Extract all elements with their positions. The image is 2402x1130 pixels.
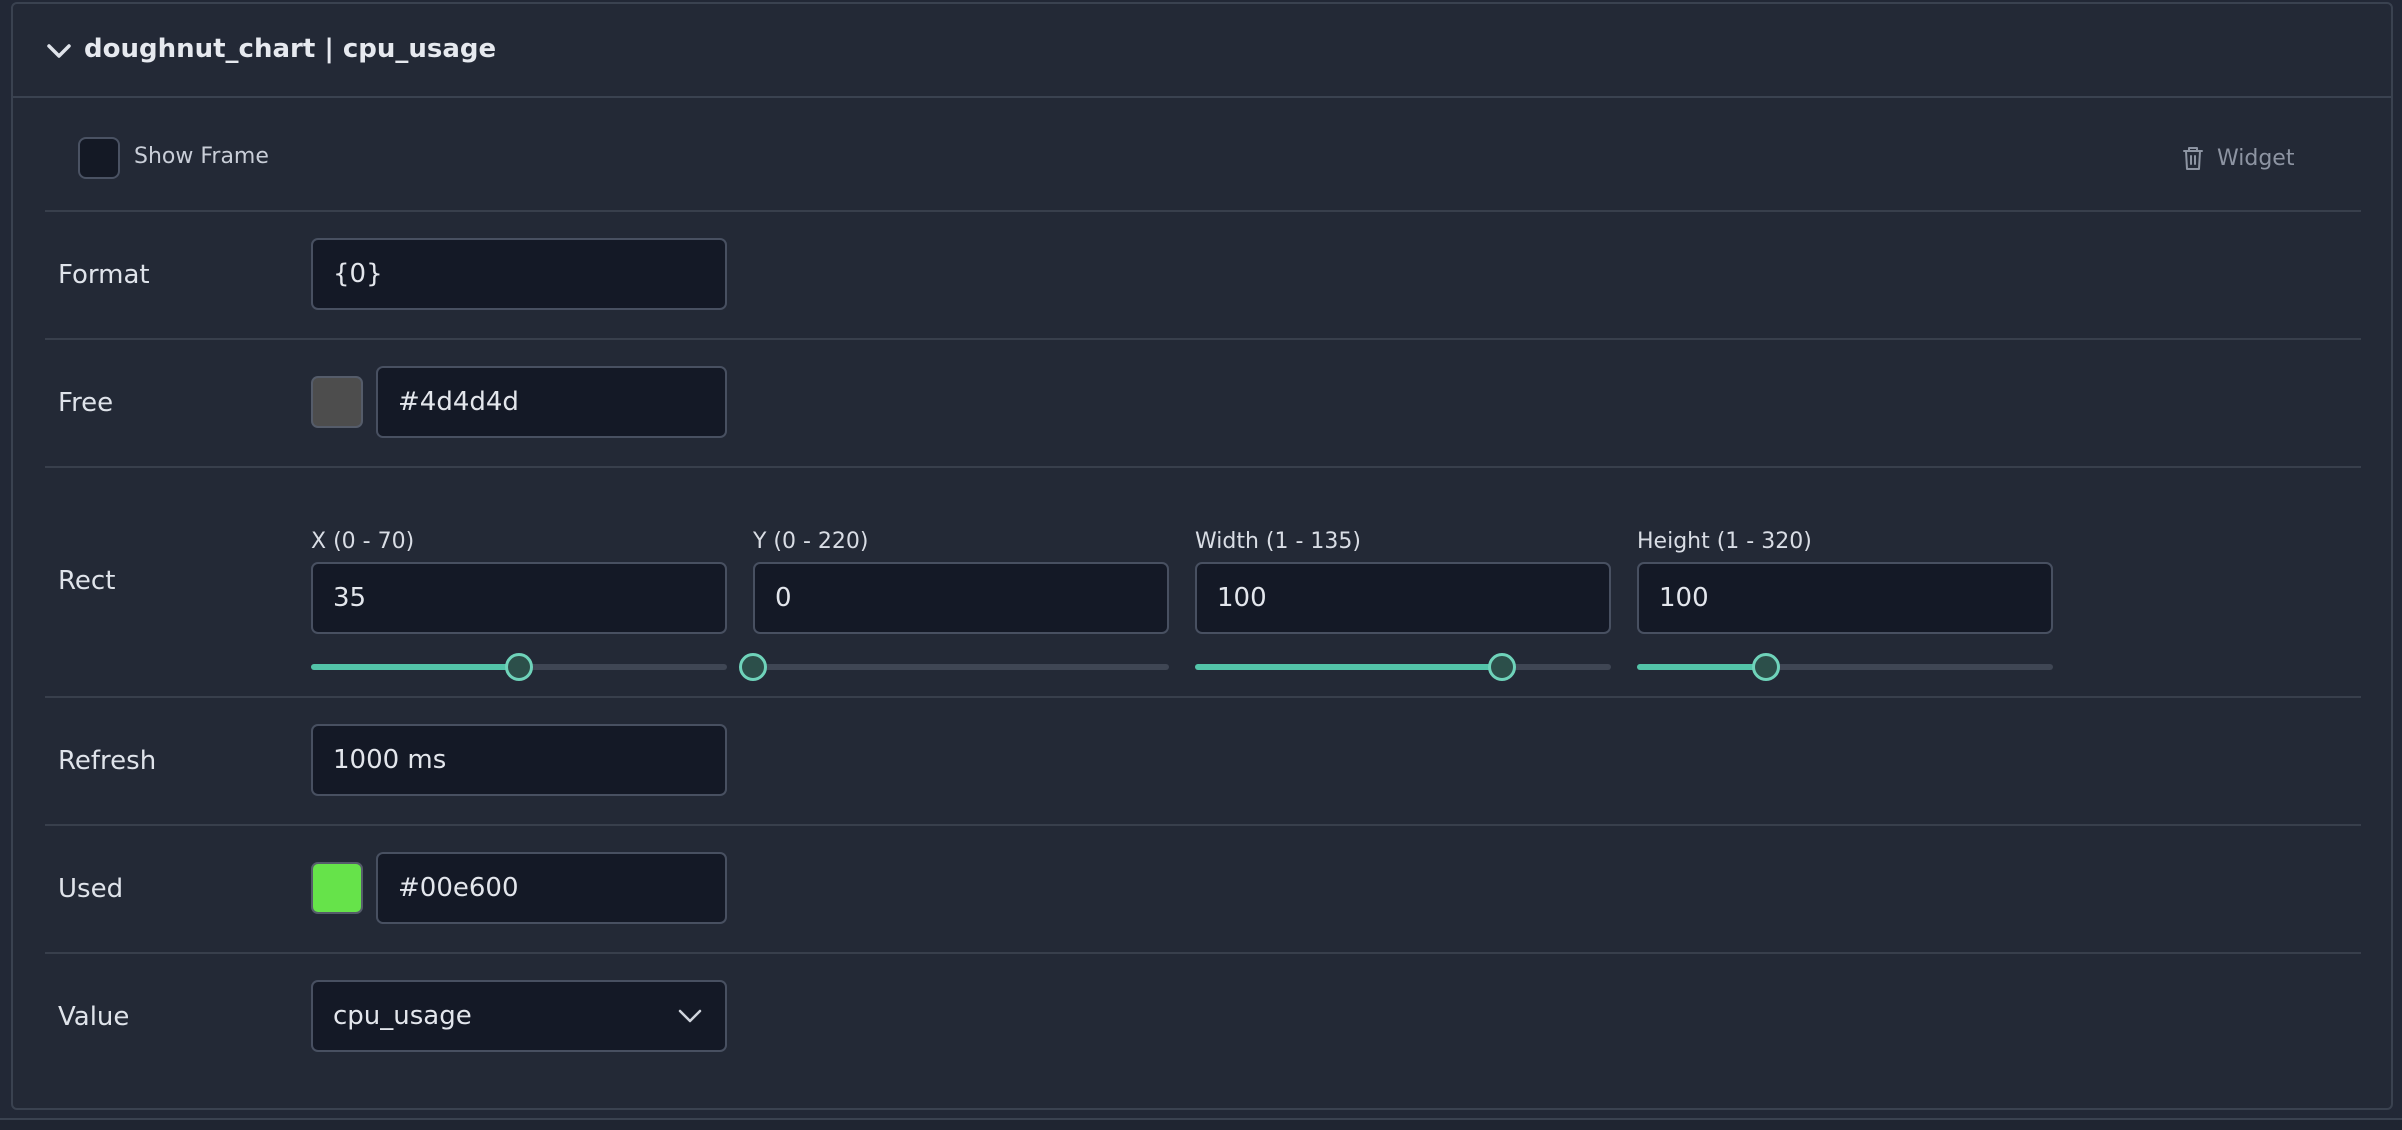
chevron-down-icon <box>678 1009 702 1023</box>
panel-title: doughnut_chart | cpu_usage <box>84 34 497 64</box>
divider <box>45 338 2361 340</box>
value-label: Value <box>58 1002 130 1032</box>
slider-fill <box>1637 664 1767 670</box>
rect-y-label: Y (0 - 220) <box>753 529 869 554</box>
widget-settings-panel: doughnut_chart | cpu_usage Show Frame Wi… <box>11 2 2393 1110</box>
free-color-swatch[interactable] <box>311 376 363 428</box>
rect-label: Rect <box>58 566 116 596</box>
divider <box>45 466 2361 468</box>
delete-widget-label: Widget <box>2217 145 2295 171</box>
show-frame-checkbox[interactable] <box>78 137 120 179</box>
used-color-input[interactable]: #00e600 <box>376 852 727 924</box>
divider <box>45 696 2361 698</box>
show-frame-label: Show Frame <box>134 144 269 169</box>
trash-icon <box>2183 147 2203 170</box>
rect-height-input[interactable]: 100 <box>1637 562 2053 634</box>
rect-width-label: Width (1 - 135) <box>1195 529 1361 554</box>
panel-header[interactable]: doughnut_chart | cpu_usage <box>13 4 2391 98</box>
slider-thumb[interactable] <box>739 653 767 681</box>
slider-thumb[interactable] <box>1752 653 1781 681</box>
slider-fill <box>311 664 519 670</box>
divider <box>45 952 2361 954</box>
rect-height-label: Height (1 - 320) <box>1637 529 1812 554</box>
rect-y-slider[interactable] <box>739 652 1169 682</box>
value-select[interactable]: cpu_usage <box>311 980 727 1052</box>
slider-fill <box>1195 664 1503 670</box>
rect-width-input[interactable]: 100 <box>1195 562 1611 634</box>
used-color-swatch[interactable] <box>311 862 363 914</box>
free-label: Free <box>58 388 114 418</box>
refresh-label: Refresh <box>58 746 157 776</box>
value-select-text: cpu_usage <box>333 1001 472 1031</box>
refresh-input[interactable]: 1000 ms <box>311 724 727 796</box>
next-panel-edge <box>0 1118 2402 1130</box>
rect-height-slider[interactable] <box>1637 652 2053 682</box>
format-input[interactable]: {0} <box>311 238 727 310</box>
slider-track <box>753 664 1169 670</box>
slider-thumb[interactable] <box>505 653 533 681</box>
chevron-down-icon[interactable] <box>45 40 73 64</box>
rect-x-label: X (0 - 70) <box>311 529 415 554</box>
divider <box>45 824 2361 826</box>
rect-x-slider[interactable] <box>311 652 727 682</box>
slider-thumb[interactable] <box>1488 653 1517 681</box>
delete-widget-button[interactable]: Widget <box>2181 140 2321 176</box>
rect-x-input[interactable]: 35 <box>311 562 727 634</box>
used-label: Used <box>58 874 124 904</box>
divider <box>45 210 2361 212</box>
rect-width-slider[interactable] <box>1195 652 1611 682</box>
rect-y-input[interactable]: 0 <box>753 562 1169 634</box>
format-label: Format <box>58 260 150 290</box>
free-color-input[interactable]: #4d4d4d <box>376 366 727 438</box>
